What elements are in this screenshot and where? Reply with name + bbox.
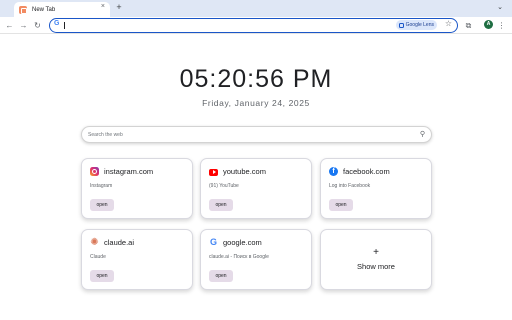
- site-name: google.com: [223, 238, 262, 247]
- back-button[interactable]: ←: [4, 20, 15, 31]
- shortcut-card-youtube[interactable]: youtube.com (91) YouTube open: [200, 158, 312, 219]
- new-tab-favicon-icon: [19, 5, 27, 14]
- plus-icon: +: [373, 247, 379, 258]
- card-header: youtube.com: [209, 167, 266, 176]
- browser-menu-icon[interactable]: ⋮: [497, 20, 506, 31]
- address-bar[interactable]: G Google Lens ☆: [49, 18, 458, 33]
- web-search-box[interactable]: ⚲: [81, 126, 432, 143]
- site-description: Log into Facebook: [329, 183, 371, 189]
- card-header: ✺ claude.ai: [90, 237, 135, 248]
- browser-toolbar: ← → ↻ G Google Lens ☆ ⧉ A ⋮: [0, 17, 512, 34]
- claude-icon: ✺: [90, 237, 99, 248]
- open-button[interactable]: open: [90, 199, 114, 211]
- shortcut-card-facebook[interactable]: f facebook.com Log into Facebook open: [320, 158, 432, 219]
- open-button[interactable]: open: [329, 199, 353, 211]
- site-description: (91) YouTube: [209, 183, 239, 189]
- shortcut-card-google[interactable]: G google.com claude.ai - Поиск в Google …: [200, 229, 312, 290]
- card-header: instagram.com: [90, 167, 153, 176]
- profile-avatar[interactable]: A: [484, 20, 493, 29]
- card-header: f facebook.com: [329, 167, 390, 176]
- search-input[interactable]: [88, 129, 408, 140]
- instagram-icon: [90, 167, 99, 176]
- facebook-icon: f: [329, 167, 338, 176]
- open-button[interactable]: open: [209, 270, 233, 282]
- open-button[interactable]: open: [209, 199, 233, 211]
- clock-time: 05:20:56 PM: [179, 65, 333, 93]
- site-name: instagram.com: [104, 167, 154, 176]
- tab-search-chevron-icon[interactable]: ⌄: [494, 2, 506, 14]
- youtube-icon: [209, 168, 218, 176]
- bookmark-star-icon[interactable]: ☆: [445, 19, 452, 28]
- tab-new-tab[interactable]: New Tab ×: [14, 2, 110, 17]
- text-caret: [64, 22, 65, 29]
- google-g-icon: G: [54, 20, 60, 27]
- new-tab-button[interactable]: +: [113, 1, 125, 14]
- google-lens-button[interactable]: Google Lens: [395, 20, 437, 30]
- open-button[interactable]: open: [90, 270, 114, 282]
- card-header: G google.com: [209, 237, 262, 248]
- clock-date: Friday, January 24, 2025: [202, 98, 310, 108]
- show-more-label: Show more: [357, 262, 395, 271]
- lens-icon: [398, 22, 404, 28]
- tab-close-icon[interactable]: ×: [101, 3, 105, 10]
- site-description: Claude: [90, 254, 106, 260]
- tab-strip: New Tab × + ⌄: [0, 0, 512, 17]
- google-icon: G: [209, 237, 217, 247]
- site-name: claude.ai: [104, 238, 135, 247]
- reload-button[interactable]: ↻: [32, 20, 43, 31]
- site-name: facebook.com: [343, 167, 390, 176]
- extensions-puzzle-icon[interactable]: ⧉: [463, 20, 474, 31]
- show-more-button[interactable]: + Show more: [320, 229, 432, 290]
- shortcut-card-instagram[interactable]: instagram.com Instagram open: [81, 158, 193, 219]
- site-description: Instagram: [90, 183, 113, 189]
- search-icon[interactable]: ⚲: [420, 130, 425, 138]
- site-name: youtube.com: [223, 167, 266, 176]
- forward-button[interactable]: →: [18, 20, 29, 31]
- shortcut-card-claude[interactable]: ✺ claude.ai Claude open: [81, 229, 193, 290]
- site-description: claude.ai - Поиск в Google: [209, 254, 269, 260]
- tab-title: New Tab: [32, 6, 56, 13]
- google-lens-label: Google Lens: [405, 22, 434, 28]
